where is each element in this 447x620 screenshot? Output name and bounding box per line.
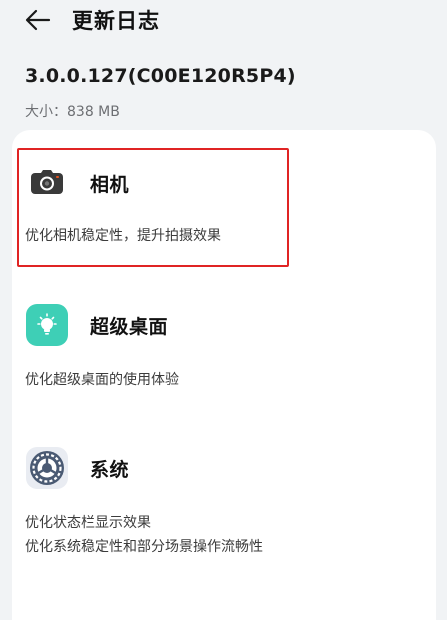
update-description-super-desktop: 优化超级桌面的使用体验 xyxy=(25,368,179,392)
description-line: 优化相机稳定性，提升拍摄效果 xyxy=(25,228,221,244)
update-description-camera: 优化相机稳定性，提升拍摄效果 xyxy=(25,224,221,248)
settings-gear-icon xyxy=(26,447,68,489)
description-line: 优化超级桌面的使用体验 xyxy=(25,372,179,388)
version-number: 3.0.0.127(C00E120R5P4) xyxy=(25,65,296,87)
changelog-card: 相机 优化相机稳定性，提升拍摄效果 超级桌面 优化超级桌面的使用体验 系统 优化… xyxy=(12,130,436,620)
back-button[interactable] xyxy=(22,4,54,36)
section-header: 系统 xyxy=(26,447,129,489)
description-line: 优化状态栏显示效果 xyxy=(25,515,151,531)
camera-icon xyxy=(26,162,68,204)
description-line: 优化系统稳定性和部分场景操作流畅性 xyxy=(25,539,263,555)
app-name-super-desktop: 超级桌面 xyxy=(90,315,169,338)
app-name-camera: 相机 xyxy=(90,173,130,196)
lightbulb-icon xyxy=(26,304,68,346)
section-header: 相机 xyxy=(26,162,129,204)
back-arrow-icon xyxy=(25,9,51,31)
package-size: 大小：838 MB xyxy=(25,104,120,120)
update-description-system: 优化状态栏显示效果 优化系统稳定性和部分场景操作流畅性 xyxy=(25,511,263,559)
app-header: 更新日志 xyxy=(0,0,447,40)
page-title: 更新日志 xyxy=(72,9,160,33)
section-header: 超级桌面 xyxy=(26,304,168,346)
app-name-system: 系统 xyxy=(90,458,130,481)
